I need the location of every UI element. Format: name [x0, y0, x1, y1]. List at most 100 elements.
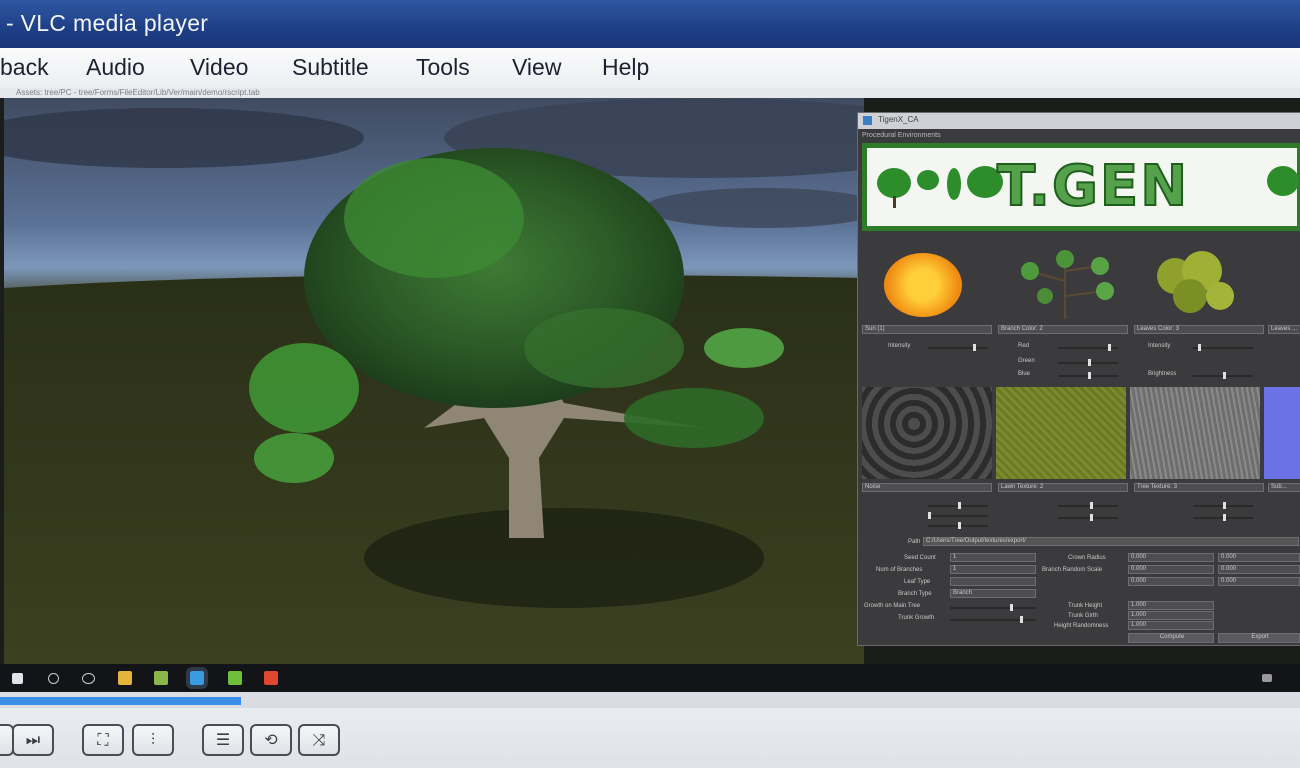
blue-label: Blue	[1018, 371, 1031, 377]
tgen-banner: T.GEN	[862, 143, 1300, 231]
slider-knob[interactable]	[1223, 372, 1226, 379]
lawn-slider-1[interactable]	[1058, 502, 1118, 509]
app-icon[interactable]	[228, 671, 242, 685]
app-icon[interactable]	[186, 667, 208, 689]
value-field[interactable]: 1.000	[1128, 621, 1214, 630]
leaves-color-dropdown[interactable]: Leaves Color: 3	[1134, 325, 1264, 334]
seed-count-label: Seed Count	[904, 555, 936, 561]
slider-knob[interactable]	[958, 522, 961, 529]
intensity-slider[interactable]	[928, 344, 988, 351]
task-view-icon[interactable]	[82, 673, 95, 684]
tree-icon	[877, 168, 911, 198]
start-icon[interactable]	[12, 673, 23, 684]
noise-slider-3[interactable]	[928, 522, 988, 529]
compute-button[interactable]: Compute	[1128, 633, 1214, 643]
loop-button[interactable]: ⟲	[250, 724, 292, 756]
slider-knob[interactable]	[958, 502, 961, 509]
lawn-slider-2[interactable]	[1058, 514, 1118, 521]
brightness-label: Brightness	[1148, 371, 1177, 377]
sub-texture[interactable]	[1264, 387, 1300, 479]
tgen-window[interactable]: TigenX_CA Procedural Environments T.GEN …	[857, 112, 1300, 646]
noise-dropdown[interactable]: Noise	[862, 483, 992, 492]
trunk-growth-slider[interactable]	[950, 616, 1036, 623]
value-field[interactable]: 0.000	[1218, 565, 1300, 574]
menu-audio[interactable]: Audio	[86, 54, 145, 81]
menu-help[interactable]: Help	[602, 54, 649, 81]
slider-knob[interactable]	[1223, 514, 1226, 521]
value-field[interactable]: 1.000	[1128, 601, 1214, 610]
path-input[interactable]: C:/Users/Tree/Output/textures/export/	[923, 537, 1299, 546]
slider-knob[interactable]	[1010, 604, 1013, 611]
growth-slider[interactable]	[950, 604, 1036, 611]
slider-knob[interactable]	[1090, 514, 1093, 521]
sun-dropdown[interactable]: Sun (1)	[862, 325, 992, 334]
trunk-growth-label: Trunk Growth	[898, 615, 935, 621]
slider-knob[interactable]	[1088, 372, 1091, 379]
inner-window-bar: Assets: tree/PC - tree/Forms/FileEditor/…	[0, 88, 1300, 98]
extended-settings-button[interactable]: ⫶	[132, 724, 174, 756]
value-field[interactable]: 0.000	[1218, 553, 1300, 562]
lawn-texture[interactable]	[996, 387, 1126, 479]
tgen-titlebar: TigenX_CA	[858, 113, 1300, 129]
num-branches-input[interactable]: 1	[950, 565, 1036, 574]
fullscreen-icon: ⛶	[97, 730, 109, 749]
tray-icon[interactable]	[1262, 674, 1272, 682]
tree-texture-dropdown[interactable]: Tree Texture: 3	[1134, 483, 1264, 492]
app-icon[interactable]	[154, 671, 168, 685]
slider-knob[interactable]	[1198, 344, 1201, 351]
value-field[interactable]: 1.000	[1128, 611, 1214, 620]
branch-color-dropdown[interactable]: Branch Color: 2	[998, 325, 1128, 334]
lawn-texture-dropdown[interactable]: Lawn Texture: 2	[998, 483, 1128, 492]
playlist-button[interactable]: ☰	[202, 724, 244, 756]
slider-knob[interactable]	[973, 344, 976, 351]
video-surface[interactable]: Assets: tree/PC - tree/Forms/FileEditor/…	[0, 88, 1300, 692]
slider-knob[interactable]	[1090, 502, 1093, 509]
num-branches-label: Num of Branches	[876, 567, 923, 573]
branch-type-dropdown[interactable]: Branch	[950, 589, 1036, 598]
menu-subtitle[interactable]: Subtitle	[292, 54, 369, 81]
slider-knob[interactable]	[1020, 616, 1023, 623]
blue-slider[interactable]	[1058, 372, 1118, 379]
app-icon[interactable]	[264, 671, 278, 685]
fullscreen-button[interactable]: ⛶	[82, 724, 124, 756]
slider-knob[interactable]	[1088, 359, 1091, 366]
brightness-slider[interactable]	[1193, 372, 1253, 379]
seed-count-input[interactable]: 1	[950, 553, 1036, 562]
green-label: Green	[1018, 358, 1035, 364]
menu-view[interactable]: View	[512, 54, 561, 81]
sub-dropdown[interactable]: Sub...	[1268, 483, 1300, 492]
tree-icon	[1267, 166, 1299, 196]
bark-texture[interactable]	[1130, 387, 1260, 479]
next-button[interactable]: ⏭	[12, 724, 54, 756]
red-slider[interactable]	[1058, 344, 1118, 351]
leaf-type-dropdown[interactable]	[950, 577, 1036, 586]
leaves-extra-dropdown[interactable]: Leaves ...	[1268, 325, 1300, 334]
value-field[interactable]: 0.000	[1128, 565, 1214, 574]
intensity2-slider[interactable]	[1193, 344, 1253, 351]
slider-knob[interactable]	[928, 512, 931, 519]
seek-bar[interactable]	[0, 692, 1300, 708]
next-icon: ⏭	[25, 730, 41, 749]
value-field[interactable]: 0.000	[1128, 577, 1214, 586]
tree-slider-1[interactable]	[1193, 502, 1253, 509]
equalizer-icon: ⫶	[150, 730, 155, 749]
menu-playback[interactable]: back	[0, 54, 49, 81]
menu-video[interactable]: Video	[190, 54, 248, 81]
noise-slider-2[interactable]	[928, 512, 988, 519]
search-icon[interactable]	[48, 673, 59, 684]
intensity2-label: Intensity	[1148, 343, 1171, 349]
noise-texture[interactable]	[862, 387, 992, 479]
folder-icon[interactable]	[118, 671, 132, 685]
green-slider[interactable]	[1058, 359, 1118, 366]
menu-tools[interactable]: Tools	[416, 54, 470, 81]
random-button[interactable]: ⤨	[298, 724, 340, 756]
tree-scene	[4, 98, 864, 664]
noise-slider-1[interactable]	[928, 502, 988, 509]
value-field[interactable]: 0.000	[1128, 553, 1214, 562]
tree-slider-2[interactable]	[1193, 514, 1253, 521]
tree-render-image	[4, 98, 864, 664]
slider-knob[interactable]	[1108, 344, 1111, 351]
slider-knob[interactable]	[1223, 502, 1226, 509]
export-button[interactable]: Export	[1218, 633, 1300, 643]
value-field[interactable]: 0.000	[1218, 577, 1300, 586]
